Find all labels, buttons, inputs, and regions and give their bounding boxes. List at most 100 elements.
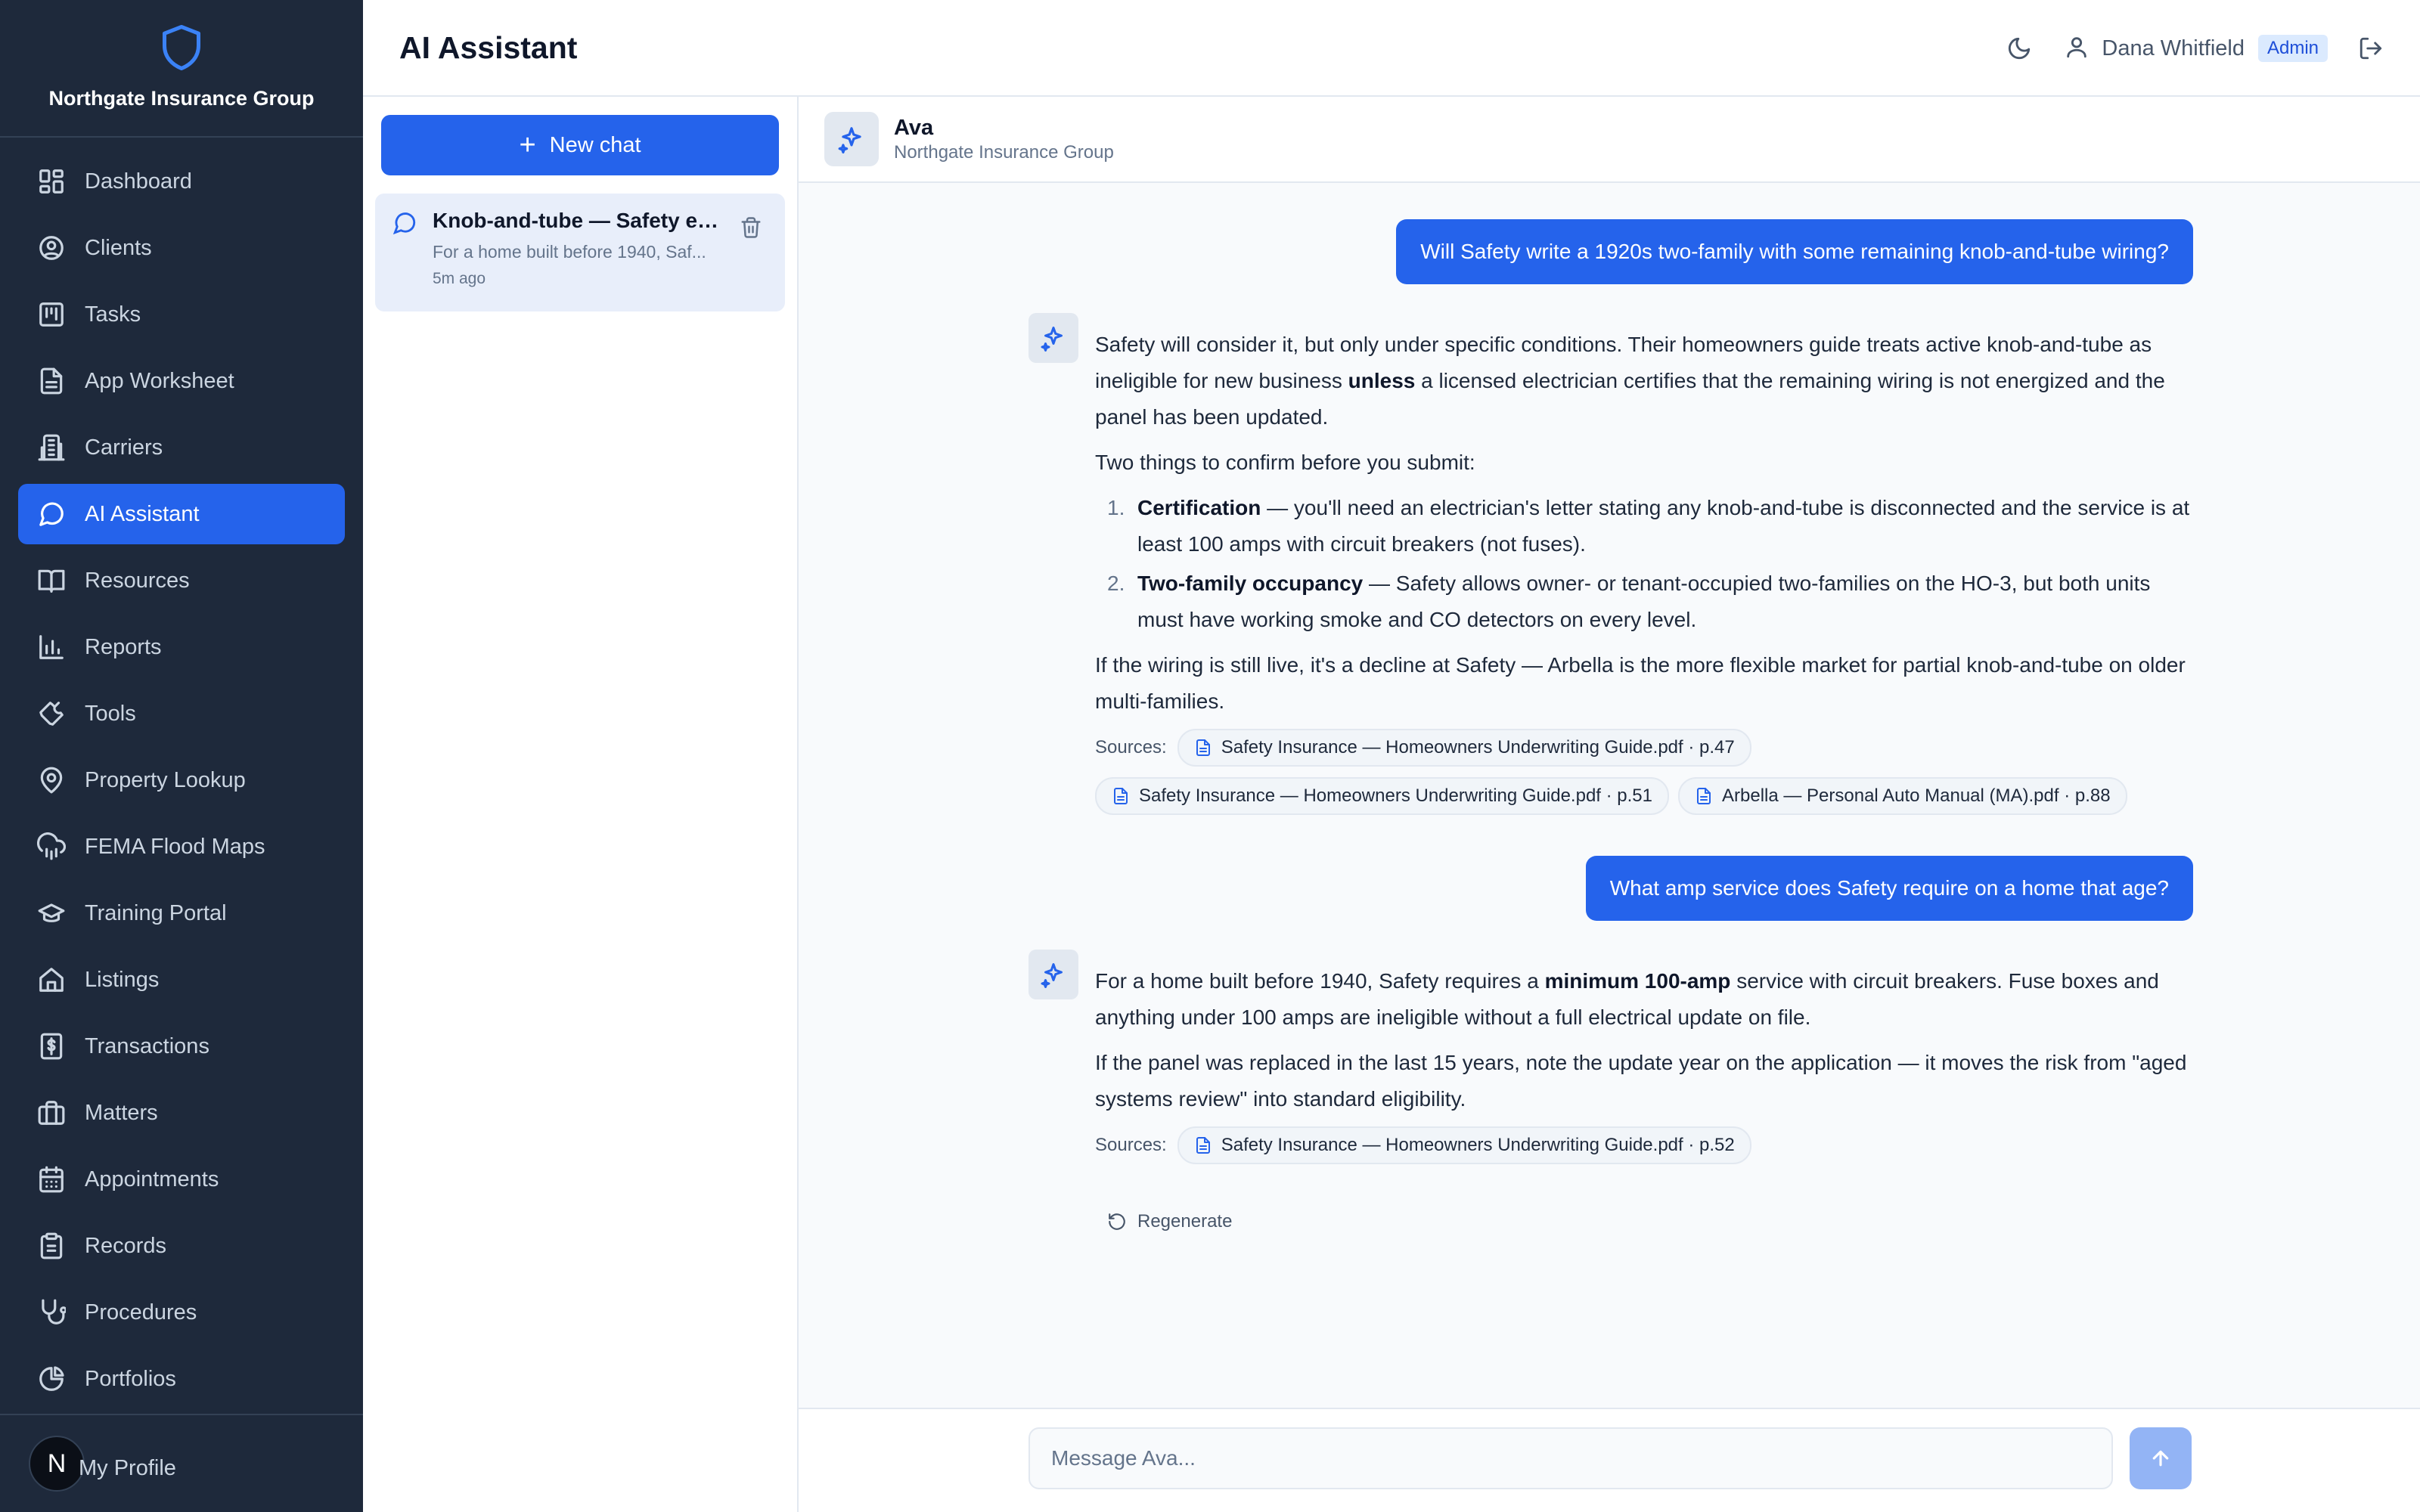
source-chip[interactable]: Safety Insurance — Homeowners Underwriti… (1177, 1126, 1751, 1164)
assistant-message: For a home built before 1940, Safety req… (1095, 963, 2192, 1164)
sidebar-item-training-portal[interactable]: Training Portal (18, 883, 345, 943)
regenerate-button[interactable]: Regenerate (1107, 1211, 1232, 1232)
sidebar-item-matters[interactable]: Matters (18, 1083, 345, 1143)
assistant-header: Ava Northgate Insurance Group (799, 97, 2420, 183)
sidebar-nav: Dashboard Clients Tasks App Worksheet Ca… (0, 138, 363, 1409)
sidebar-item-label: Tasks (85, 302, 141, 327)
sources-row: Sources: Safety Insurance — Homeowners U… (1095, 729, 2192, 767)
trash-icon[interactable] (740, 216, 762, 239)
user-message: What amp service does Safety require on … (1585, 856, 2193, 921)
bar-chart-icon (36, 632, 67, 662)
sidebar: Northgate Insurance Group Dashboard Clie… (0, 0, 363, 1512)
arrow-up-icon (2152, 1450, 2169, 1467)
sidebar-item-appointments[interactable]: Appointments (18, 1149, 345, 1210)
chat-icon (36, 499, 67, 529)
sidebar-item-label: App Worksheet (85, 368, 234, 393)
calendar-icon (36, 1164, 67, 1194)
top-bar: AI Assistant Dana Whitfield Admin (363, 0, 2420, 97)
user-circle-icon (36, 233, 67, 263)
sidebar-item-label: AI Assistant (85, 501, 200, 526)
profile-link[interactable]: N My Profile (0, 1414, 363, 1512)
sidebar-item-app-worksheet[interactable]: App Worksheet (18, 351, 345, 411)
sidebar-item-property-lookup[interactable]: Property Lookup (18, 750, 345, 810)
chat-list-panel: + New chat Knob-and-tube — Safety el... … (363, 97, 799, 1512)
sparkle-icon (1028, 313, 1078, 363)
sidebar-item-label: Tools (85, 701, 136, 726)
sidebar-item-label: Appointments (85, 1167, 219, 1191)
sidebar-item-label: Matters (85, 1100, 158, 1125)
sidebar-item-records[interactable]: Records (18, 1216, 345, 1276)
book-icon (36, 565, 67, 596)
user-name: Dana Whitfield (2102, 36, 2245, 60)
message-input[interactable] (1028, 1427, 2113, 1489)
new-chat-button[interactable]: + New chat (381, 115, 779, 175)
moon-icon[interactable] (2006, 36, 2032, 61)
user-icon (2064, 34, 2090, 64)
sidebar-item-label: Training Portal (85, 900, 227, 925)
sources-label: Sources: (1095, 1135, 1167, 1155)
cloud-rain-icon (36, 832, 67, 862)
sidebar-item-label: Property Lookup (85, 767, 246, 792)
page-title: AI Assistant (399, 29, 578, 65)
sidebar-item-resources[interactable]: Resources (18, 550, 345, 611)
assistant-paragraph: Two things to confirm before you submit: (1095, 451, 1475, 474)
logout-icon[interactable] (2358, 36, 2384, 61)
new-chat-label: New chat (549, 132, 641, 157)
sidebar-item-dashboard[interactable]: Dashboard (18, 151, 345, 212)
sidebar-item-label: Carriers (85, 435, 163, 460)
user-menu[interactable]: Dana Whitfield Admin (2064, 34, 2328, 64)
list-item: 1. Certification — you'll need an electri… (1107, 496, 2190, 556)
chat-preview: For a home built before 1940, Saf... (433, 242, 706, 262)
sidebar-item-tools[interactable]: Tools (18, 683, 345, 744)
assistant-message: Safety will consider it, but only under … (1095, 327, 2192, 815)
source-chip[interactable]: Safety Insurance — Homeowners Underwriti… (1095, 777, 1669, 815)
sidebar-item-reports[interactable]: Reports (18, 617, 345, 677)
wrench-icon (36, 699, 67, 729)
sidebar-item-fema-flood-maps[interactable]: FEMA Flood Maps (18, 816, 345, 877)
sidebar-item-procedures[interactable]: Procedures (18, 1282, 345, 1343)
conversation-panel: Ava Northgate Insurance Group Will Safet… (799, 97, 2420, 1512)
sidebar-item-listings[interactable]: Listings (18, 950, 345, 1010)
sources-label: Sources: (1095, 737, 1167, 758)
sidebar-item-label: Clients (85, 235, 152, 260)
assistant-name: Ava (894, 115, 934, 140)
document-icon (36, 366, 67, 396)
avatar: N (29, 1436, 85, 1492)
profile-label: My Profile (79, 1455, 176, 1480)
chat-list-item[interactable]: Knob-and-tube — Safety el... For a home … (375, 194, 785, 311)
assistant-paragraph: For a home built before 1940, Safety req… (1095, 969, 2159, 1029)
chat-title: Knob-and-tube — Safety el... (433, 209, 720, 232)
sidebar-item-label: Procedures (85, 1300, 197, 1325)
sidebar-item-transactions[interactable]: Transactions (18, 1016, 345, 1077)
dollar-receipt-icon (36, 1031, 67, 1061)
sidebar-item-carriers[interactable]: Carriers (18, 417, 345, 478)
stethoscope-icon (36, 1297, 67, 1328)
source-chip[interactable]: Arbella — Personal Auto Manual (MA).pdf … (1678, 777, 2127, 815)
chat-time: 5m ago (433, 270, 486, 287)
chat-bubble-icon (392, 210, 417, 236)
file-icon (1697, 788, 1711, 804)
sidebar-item-label: Transactions (85, 1033, 209, 1058)
sidebar-item-portfolios[interactable]: Portfolios (18, 1349, 345, 1409)
assistant-list: 1. Certification — you'll need an electri… (1095, 490, 2192, 638)
dashboard-icon (36, 166, 67, 197)
assistant-paragraph: If the panel was replaced in the last 15… (1095, 1051, 2187, 1111)
send-button[interactable] (2130, 1427, 2192, 1489)
sidebar-item-label: Reports (85, 634, 162, 659)
sidebar-item-ai-assistant[interactable]: AI Assistant (18, 484, 345, 544)
sidebar-item-label: Resources (85, 568, 190, 593)
brand: Northgate Insurance Group (0, 0, 363, 138)
source-chip[interactable]: Safety Insurance — Homeowners Underwriti… (1177, 729, 1751, 767)
user-message: Will Safety write a 1920s two-family wit… (1396, 219, 2193, 284)
sidebar-item-label: Portfolios (85, 1366, 176, 1391)
shield-icon (159, 23, 204, 76)
plus-icon: + (519, 129, 536, 161)
assistant-org: Northgate Insurance Group (894, 141, 1114, 163)
sidebar-item-tasks[interactable]: Tasks (18, 284, 345, 345)
briefcase-icon (36, 1098, 67, 1128)
graduation-cap-icon (36, 898, 67, 928)
sidebar-item-label: FEMA Flood Maps (85, 834, 265, 859)
file-icon (1196, 739, 1210, 756)
kanban-icon (36, 299, 67, 330)
sidebar-item-clients[interactable]: Clients (18, 218, 345, 278)
